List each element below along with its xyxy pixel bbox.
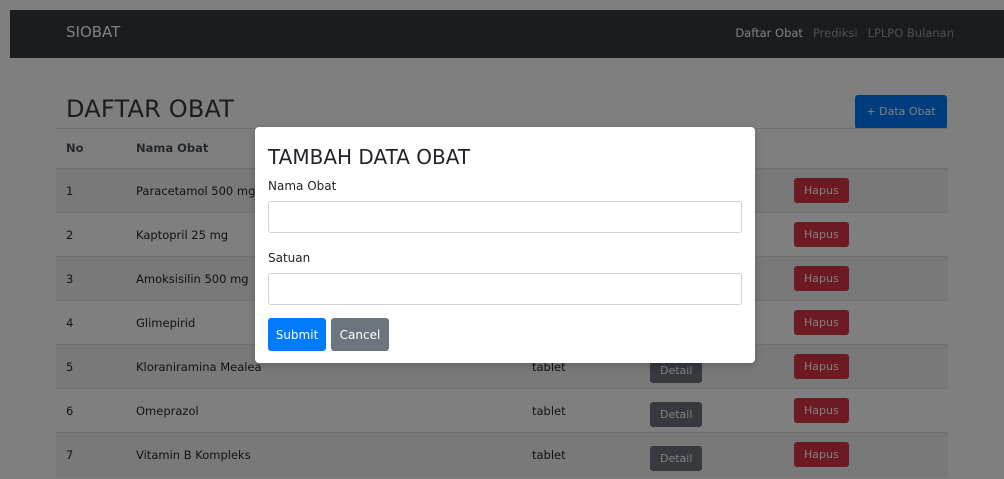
tambah-obat-modal: TAMBAH DATA OBAT Nama Obat Satuan Submit… bbox=[255, 127, 755, 363]
nama-obat-input[interactable] bbox=[268, 201, 742, 233]
satuan-input[interactable] bbox=[268, 273, 742, 305]
satuan-label: Satuan bbox=[268, 251, 311, 265]
submit-button[interactable]: Submit bbox=[268, 318, 326, 351]
cancel-button[interactable]: Cancel bbox=[331, 318, 389, 351]
modal-title: TAMBAH DATA OBAT bbox=[268, 145, 471, 169]
nama-obat-label: Nama Obat bbox=[268, 179, 337, 193]
page-background: SIOBAT Daftar Obat Prediksi LPLPO Bulana… bbox=[0, 0, 1004, 479]
